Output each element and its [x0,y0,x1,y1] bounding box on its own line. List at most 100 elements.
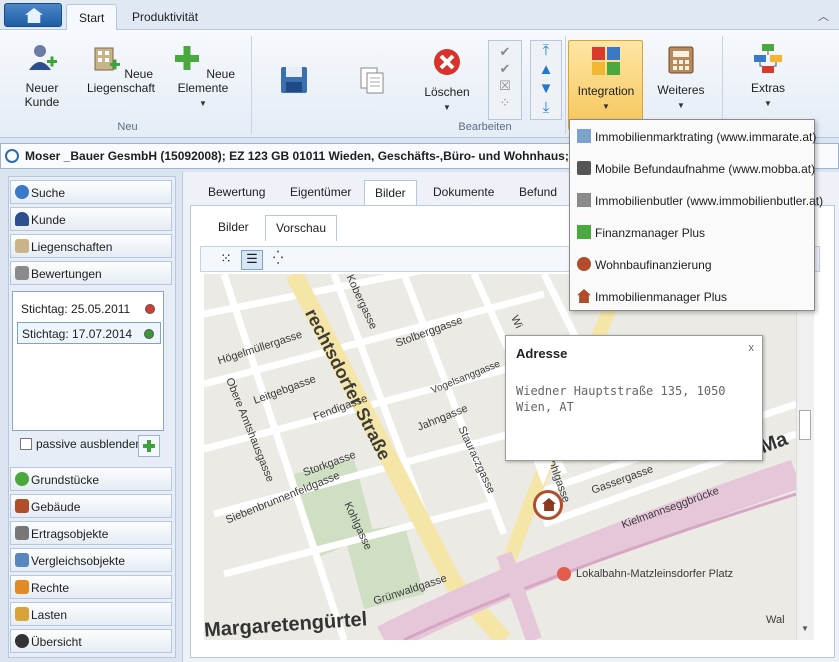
eye-icon [15,634,29,648]
stichtag-item-selected[interactable]: Stichtag: 17.07.2014 [17,322,161,344]
sidebar-item-rechte[interactable]: Rechte [10,575,172,599]
stichtag-item[interactable]: Stichtag: 25.05.2011 [17,298,161,320]
map-label: Lokalbahn-Matzleinsdorfer Platz [576,568,734,580]
save-button[interactable] [276,64,312,103]
location-icon [5,149,19,163]
double-check-icon[interactable]: ✔ [489,60,521,77]
sidebar-item-label: Suche [31,186,66,200]
map-scrollbar[interactable]: ▼ [796,274,814,640]
tab-bilder[interactable]: Bilder [364,180,417,206]
menu-item-mobba[interactable]: Mobile Befundaufnahme (www.mobba.at) [571,153,816,183]
document-icon [15,526,29,540]
passive-ausblenden-checkbox[interactable]: passive ausblenden [20,437,142,451]
subtab-vorschau[interactable]: Vorschau [265,215,338,241]
sidebar-item-gebaeude[interactable]: Gebäude [10,494,172,518]
app-menu-button[interactable] [4,3,62,27]
add-stichtag-button[interactable] [138,435,160,457]
calculator-icon [668,46,694,74]
sidebar-item-bewertungen[interactable]: Bewertungen [10,261,172,285]
delete-icon [434,49,460,75]
neue-elemente-button[interactable]: Neue Elemente ▼ [162,42,244,111]
subtab-bilder[interactable]: Bilder [208,215,259,241]
loeschen-label: Löschen [424,85,470,99]
check-tools: ✔ ✔ ☒ ⁘ [488,40,522,120]
ribbon-separator [251,36,252,134]
sidebar-item-grundstuecke[interactable]: Grundstücke [10,467,172,491]
uncheck-icon[interactable]: ☒ [489,77,521,94]
burden-icon [15,607,29,621]
grid-view-icon[interactable]: ⁙ [215,250,237,270]
location-marker[interactable] [533,490,563,520]
menu-item-label: Wohnbaufinanzierung [595,258,712,272]
ribbon-separator [565,36,566,134]
move-top-icon[interactable]: ⤒ [531,41,561,60]
popup-tail [533,460,553,486]
menu-item-wohnbaufinanzierung[interactable]: Wohnbaufinanzierung [571,249,813,279]
check-icon[interactable]: ✔ [489,43,521,60]
tab-dokumente[interactable]: Dokumente [423,180,504,206]
scroll-down-icon[interactable]: ▼ [801,624,809,633]
save-icon [281,67,307,93]
sidebar-item-uebersicht[interactable]: Übersicht [10,629,172,653]
map-label: Wal [766,614,785,626]
neue-liegenschaft-button[interactable]: Neue Liegenschaft [84,42,158,95]
sidebar-item-lasten[interactable]: Lasten [10,602,172,626]
integration-dropdown: Immobilienmarktrating (www.immarate.at) … [569,119,823,311]
house-icon [577,289,591,303]
close-icon[interactable]: x [749,342,755,354]
copy-button[interactable] [354,64,390,103]
status-green-icon [144,329,154,339]
integration-label: Integration [577,84,635,98]
tab-bewertung[interactable]: Bewertung [198,180,275,206]
integration-button[interactable]: Integration ▼ [568,40,643,130]
scatter-view-icon[interactable]: ⁛ [267,250,289,270]
rights-icon [15,580,29,594]
status-red-icon [145,304,155,314]
tab-eigentuemer[interactable]: Eigentümer [280,180,361,206]
stichtag-date: 25.05.2011 [71,302,131,316]
menu-item-immobilienbutler[interactable]: Immobilienbutler (www.immobilienbutler.a… [571,185,823,215]
menu-item-label: Mobile Befundaufnahme (www.mobba.at) [595,162,816,176]
loeschen-button[interactable]: Löschen ▼ [420,46,474,115]
sidebar-item-liegenschaften[interactable]: Liegenschaften [10,234,172,258]
dropdown-arrow-icon: ▼ [764,99,772,108]
sidebar-item-label: Bewertungen [31,267,102,281]
globe-icon [15,472,29,486]
popup-title: Adresse [516,346,568,361]
chart-icon [577,225,591,239]
checkbox-icon[interactable] [20,438,32,450]
compare-icon [15,553,29,567]
calculator-icon [15,266,29,280]
tab-produktivitat[interactable]: Produktivität [120,4,210,31]
move-down-icon[interactable]: ▼ [531,79,561,98]
ribbon-collapse-icon[interactable]: ︿ [818,8,829,24]
mobile-icon [577,161,591,175]
sidebar-item-vergleichsobjekte[interactable]: Vergleichsobjekte [10,548,172,572]
context-info-text: Moser _Bauer GesmbH (15092008); EZ 123 G… [25,149,635,163]
menu-item-immarate[interactable]: Immobilienmarktrating (www.immarate.at) [571,121,816,151]
sidebar-item-label: Ertragsobjekte [31,527,109,541]
move-tools: ⤒ ▲ ▼ ⤓ [530,40,562,120]
menu-item-immobilienmanager[interactable]: Immobilienmanager Plus [571,281,813,311]
sidebar-item-label: Übersicht [31,635,82,649]
stichtag-label: Stichtag: [21,302,68,316]
move-up-icon[interactable]: ▲ [531,60,561,79]
neuer-kunde-button[interactable]: Neuer Kunde [12,42,72,109]
sidebar-item-label: Kunde [31,213,66,227]
copy-icon [360,67,384,94]
list-view-icon[interactable]: ☰ [241,250,263,270]
puzzle-icon [592,47,620,75]
sidebar-item-kunde[interactable]: Kunde [10,207,172,231]
weiteres-button[interactable]: Weiteres ▼ [652,44,710,113]
extras-button[interactable]: Extras ▼ [742,42,794,111]
scrollbar-thumb[interactable] [799,410,811,440]
grid-icon[interactable]: ⁘ [489,94,521,111]
menu-item-finanzmanager[interactable]: Finanzmanager Plus [571,217,813,247]
tab-befund[interactable]: Befund [509,180,567,206]
weiteres-label: Weiteres [657,83,705,97]
user-icon [15,212,29,226]
sidebar-item-ertragsobjekte[interactable]: Ertragsobjekte [10,521,172,545]
sidebar-item-suche[interactable]: Suche [10,180,172,204]
move-bottom-icon[interactable]: ⤓ [531,98,561,117]
tab-start[interactable]: Start [66,4,118,31]
